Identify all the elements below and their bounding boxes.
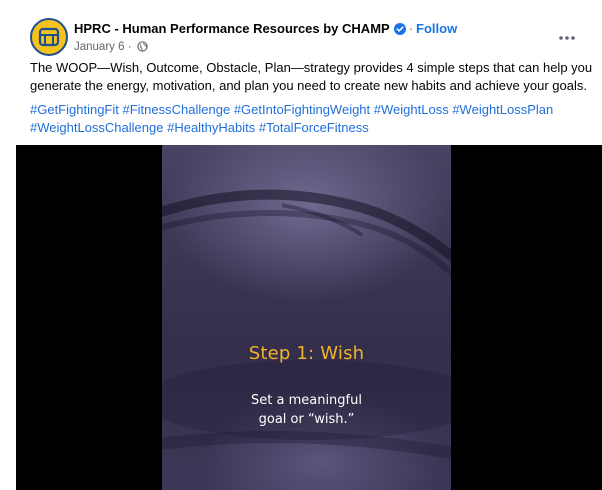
hashtag-link[interactable]: #TotalForceFitness [259, 120, 369, 135]
caption-line-2: goal or “wish.” [258, 412, 355, 427]
post-text: The WOOP—Wish, Outcome, Obstacle, Plan—s… [30, 59, 598, 95]
hashtag-link[interactable]: #WeightLossChallenge [30, 120, 163, 135]
verified-badge-icon [393, 23, 406, 39]
more-horizontal-icon [559, 36, 575, 40]
step-title: Step 1: Wish [248, 343, 365, 364]
video-player[interactable]: Step 1: Wish Set a meaningful goal or “w… [16, 145, 602, 490]
more-options-button[interactable] [554, 28, 580, 48]
post-meta: January 6 · [74, 40, 148, 56]
post-body: The WOOP—Wish, Outcome, Obstacle, Plan—s… [30, 60, 593, 93]
facebook-post: HPRC - Human Performance Resources by CH… [0, 0, 602, 490]
eye-closeup-image [162, 189, 451, 460]
globe-icon [137, 41, 148, 56]
hashtag-list: #GetFightingFit #FitnessChallenge #GetIn… [30, 101, 598, 137]
hashtag-link[interactable]: #WeightLossPlan [452, 102, 553, 117]
video-frame[interactable]: Step 1: Wish Set a meaningful goal or “w… [162, 145, 451, 490]
page-avatar[interactable] [30, 18, 68, 56]
hashtag-link[interactable]: #FitnessChallenge [123, 102, 231, 117]
separator-dot: · [408, 21, 414, 36]
date-separator: · [127, 41, 132, 53]
page-name-line: HPRC - Human Performance Resources by CH… [74, 21, 457, 39]
follow-button[interactable]: Follow [416, 21, 457, 36]
post-date[interactable]: January 6 [74, 41, 125, 53]
hprc-logo-icon [38, 27, 60, 47]
page-name[interactable]: HPRC - Human Performance Resources by CH… [74, 21, 390, 36]
step-caption: Set a meaningful goal or “wish.” [162, 391, 451, 429]
hashtag-link[interactable]: #WeightLoss [374, 102, 449, 117]
post-header: HPRC - Human Performance Resources by CH… [30, 12, 588, 56]
hashtag-link[interactable]: #GetIntoFightingWeight [234, 102, 370, 117]
hashtag-link[interactable]: #HealthyHabits [167, 120, 255, 135]
caption-line-1: Set a meaningful [251, 393, 362, 408]
hashtag-link[interactable]: #GetFightingFit [30, 102, 119, 117]
